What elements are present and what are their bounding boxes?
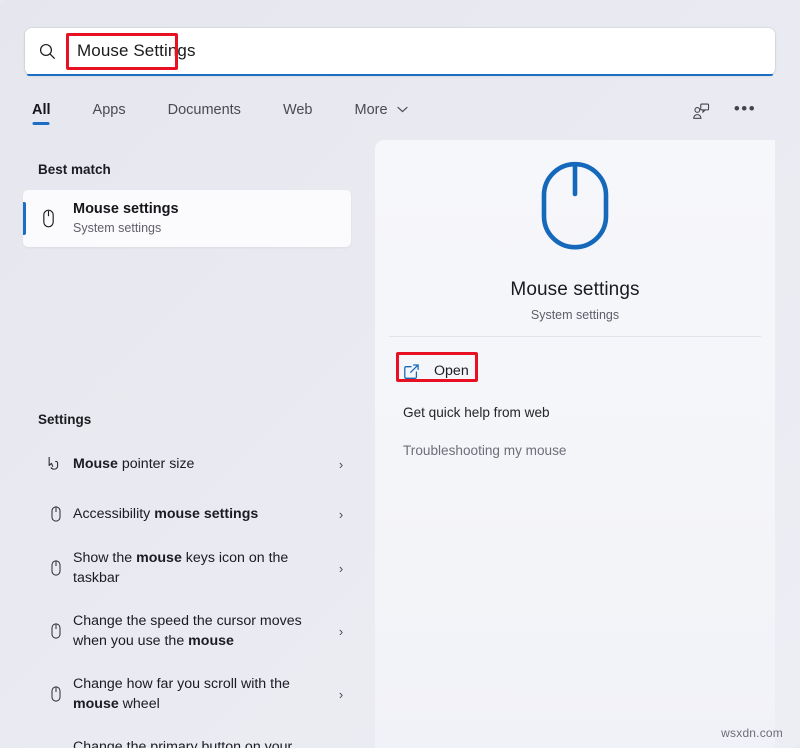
chevron-right-icon: › xyxy=(329,624,353,639)
result-row-show-mouse-keys-icon[interactable]: Show the mouse keys icon on the taskbar … xyxy=(23,540,353,596)
preview-divider xyxy=(389,336,761,337)
preview-link-quick-help[interactable]: Get quick help from web xyxy=(403,405,550,420)
preview-hero: Mouse settings System settings xyxy=(375,160,775,322)
result-row-mouse-pointer-size[interactable]: Mouse pointer size › xyxy=(23,444,353,484)
tab-all[interactable]: All xyxy=(28,102,55,125)
best-match-title: Mouse settings xyxy=(73,201,179,218)
mouse-icon xyxy=(38,685,73,703)
watermark: wsxdn.com xyxy=(721,726,783,740)
preview-link-troubleshooting[interactable]: Troubleshooting my mouse xyxy=(403,443,566,458)
tab-all-label: All xyxy=(32,102,51,118)
mouse-icon xyxy=(23,208,73,229)
tab-apps[interactable]: Apps xyxy=(89,102,130,125)
open-button[interactable]: Open xyxy=(403,356,469,386)
mouse-icon xyxy=(38,559,73,577)
preview-pane: Mouse settings System settings Open Get … xyxy=(375,140,775,748)
tab-documents[interactable]: Documents xyxy=(164,102,245,125)
search-input[interactable] xyxy=(69,41,775,62)
result-label: Change the primary button on your mouse xyxy=(73,737,329,748)
tab-documents-label: Documents xyxy=(168,102,241,118)
search-results-content: Best match Mouse settings System setting… xyxy=(0,140,800,748)
mouse-icon xyxy=(38,505,73,523)
mouse-pointer-icon xyxy=(38,455,73,473)
tab-more-label: More xyxy=(355,102,388,118)
chevron-right-icon: › xyxy=(329,561,353,576)
tab-web[interactable]: Web xyxy=(279,102,317,125)
result-label: Mouse pointer size xyxy=(73,454,329,474)
windows-search-panel: All Apps Documents Web More xyxy=(0,0,800,748)
preview-title: Mouse settings xyxy=(510,279,639,301)
more-options-icon[interactable]: ••• xyxy=(730,96,760,126)
result-row-change-primary-button[interactable]: Change the primary button on your mouse … xyxy=(23,729,353,748)
search-bar-focus-underline xyxy=(27,74,773,77)
external-link-icon xyxy=(403,363,420,380)
chevron-right-icon: › xyxy=(329,687,353,702)
filter-tab-strip: All Apps Documents Web More xyxy=(28,96,776,130)
result-row-change-cursor-speed[interactable]: Change the speed the cursor moves when y… xyxy=(23,603,353,659)
selected-accent-bar xyxy=(23,202,26,235)
result-label: Accessibility mouse settings xyxy=(73,504,329,524)
chevron-right-icon: › xyxy=(329,457,353,472)
result-label: Show the mouse keys icon on the taskbar xyxy=(73,548,329,588)
result-label: Change the speed the cursor moves when y… xyxy=(73,611,329,651)
result-row-accessibility-mouse-settings[interactable]: Accessibility mouse settings › xyxy=(23,494,353,534)
result-row-change-scroll-distance[interactable]: Change how far you scroll with the mouse… xyxy=(23,666,353,722)
best-match-subtitle: System settings xyxy=(73,221,179,236)
search-bar[interactable] xyxy=(25,28,775,75)
tab-strip-actions: ••• xyxy=(686,96,760,126)
search-icon xyxy=(25,42,69,61)
open-button-label: Open xyxy=(434,363,469,379)
mouse-icon xyxy=(38,622,73,640)
chevron-down-icon xyxy=(397,101,408,117)
chevron-right-icon: › xyxy=(329,507,353,522)
section-heading-best-match: Best match xyxy=(0,162,111,177)
section-heading-settings: Settings xyxy=(0,412,91,427)
tab-web-label: Web xyxy=(283,102,313,118)
tab-more[interactable]: More xyxy=(351,101,412,125)
result-label: Change how far you scroll with the mouse… xyxy=(73,674,329,714)
search-bar-container xyxy=(25,28,775,75)
mouse-icon-large xyxy=(538,160,612,257)
tab-active-indicator xyxy=(33,122,50,125)
best-match-result-item[interactable]: Mouse settings System settings xyxy=(23,190,351,247)
tab-apps-label: Apps xyxy=(93,102,126,118)
best-match-text-block: Mouse settings System settings xyxy=(73,201,179,235)
results-list-pane: Best match Mouse settings System setting… xyxy=(0,140,375,748)
preview-subtitle: System settings xyxy=(531,308,619,322)
feedback-icon[interactable] xyxy=(686,96,716,126)
more-options-glyph: ••• xyxy=(734,100,756,117)
